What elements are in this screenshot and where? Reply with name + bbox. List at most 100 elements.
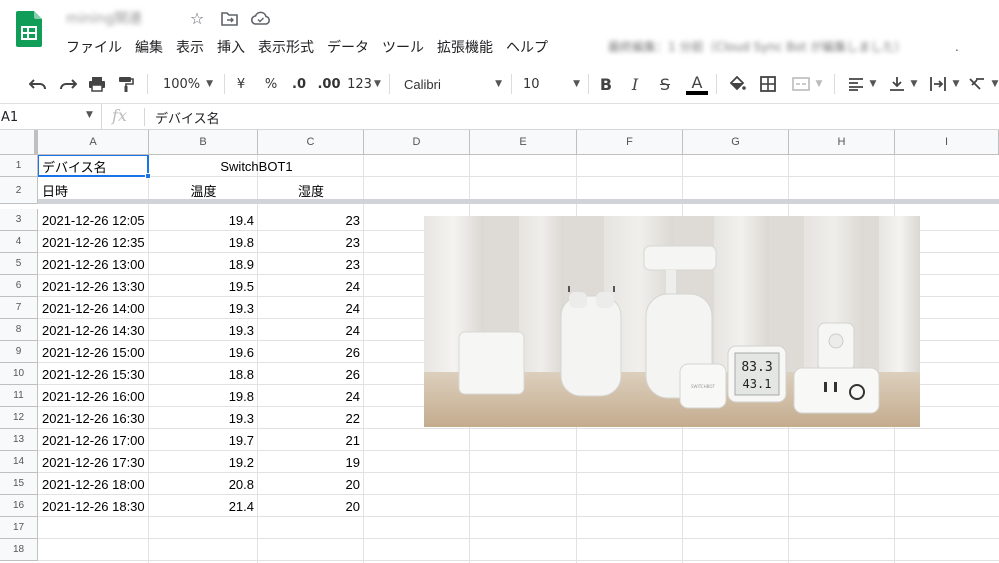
row-header-16[interactable]: 16	[0, 495, 38, 517]
row-header-10[interactable]: 10	[0, 363, 38, 385]
italic-button[interactable]: I	[626, 70, 644, 98]
cell-c16[interactable]: 20	[258, 495, 364, 517]
cell-b5[interactable]: 18.9	[149, 253, 258, 275]
cloud-status-icon[interactable]	[250, 8, 270, 28]
cell-b9[interactable]: 19.6	[149, 341, 258, 363]
cell-c10[interactable]: 26	[258, 363, 364, 385]
borders-icon[interactable]	[758, 70, 778, 98]
cell-a4[interactable]: 2021-12-26 12:35	[38, 231, 149, 253]
cell-a3[interactable]: 2021-12-26 12:05	[38, 209, 149, 231]
cell-b12[interactable]: 19.3	[149, 407, 258, 429]
column-header-c[interactable]: C	[258, 130, 364, 155]
cell-a6[interactable]: 2021-12-26 13:30	[38, 275, 149, 297]
row-header-13[interactable]: 13	[0, 429, 38, 451]
cell-c13[interactable]: 21	[258, 429, 364, 451]
cell-a7[interactable]: 2021-12-26 14:00	[38, 297, 149, 319]
cell-c9[interactable]: 26	[258, 341, 364, 363]
fill-color-icon[interactable]	[727, 70, 747, 98]
cell-b4[interactable]: 19.8	[149, 231, 258, 253]
row-header-3[interactable]: 3	[0, 209, 38, 231]
row-header-12[interactable]: 12	[0, 407, 38, 429]
row-header-6[interactable]: 6	[0, 275, 38, 297]
cell-a8[interactable]: 2021-12-26 14:30	[38, 319, 149, 341]
undo-icon[interactable]	[27, 70, 49, 98]
cell-a10[interactable]: 2021-12-26 15:30	[38, 363, 149, 385]
row-header-1[interactable]: 1	[0, 155, 38, 177]
product-photo[interactable]: SWITCHBOT 83.3 43.1	[424, 216, 920, 427]
menu-help[interactable]: ヘルプ	[506, 37, 548, 57]
google-sheets-logo-icon[interactable]	[16, 11, 42, 47]
cell-b6[interactable]: 19.5	[149, 275, 258, 297]
column-header-d[interactable]: D	[364, 130, 470, 155]
row-header-8[interactable]: 8	[0, 319, 38, 341]
column-header-e[interactable]: E	[470, 130, 577, 155]
row-header-5[interactable]: 5	[0, 253, 38, 275]
menu-insert[interactable]: 挿入	[217, 37, 245, 57]
column-header-a[interactable]: A	[38, 130, 149, 155]
paint-format-icon[interactable]	[115, 70, 137, 98]
cell-a13[interactable]: 2021-12-26 17:00	[38, 429, 149, 451]
cell-b3[interactable]: 19.4	[149, 209, 258, 231]
decrease-decimal-button[interactable]: .0	[288, 70, 310, 98]
text-color-button[interactable]: A	[685, 70, 709, 98]
cell-c14[interactable]: 19	[258, 451, 364, 473]
text-rotation-icon[interactable]: ▼	[966, 70, 999, 98]
cell-b10[interactable]: 18.8	[149, 363, 258, 385]
chevron-down-icon[interactable]: ▼	[86, 110, 93, 120]
redo-icon[interactable]	[57, 70, 79, 98]
cell-a15[interactable]: 2021-12-26 18:00	[38, 473, 149, 495]
cell-a16[interactable]: 2021-12-26 18:30	[38, 495, 149, 517]
menu-file[interactable]: ファイル	[66, 37, 122, 57]
cell-b14[interactable]: 19.2	[149, 451, 258, 473]
merge-cells-icon[interactable]: ▼	[786, 70, 828, 98]
column-header-b[interactable]: B	[149, 130, 258, 155]
column-header-i[interactable]: I	[895, 130, 999, 155]
cell-c8[interactable]: 24	[258, 319, 364, 341]
column-header-g[interactable]: G	[683, 130, 789, 155]
column-header-f[interactable]: F	[577, 130, 683, 155]
spreadsheet-grid[interactable]: デバイス名 SwitchBOT1 日時 温度 湿度 2021-12-26 12:05 19.…	[0, 130, 999, 563]
percent-format-button[interactable]: %	[262, 70, 280, 98]
zoom-select[interactable]: 100% ▼	[157, 70, 219, 98]
cell-a5[interactable]: 2021-12-26 13:00	[38, 253, 149, 275]
menu-tools[interactable]: ツール	[382, 37, 424, 57]
column-header-h[interactable]: H	[789, 130, 895, 155]
menu-edit[interactable]: 編集	[135, 37, 163, 57]
font-family-select[interactable]: Calibri ▼	[404, 70, 502, 98]
frozen-rows-divider[interactable]	[0, 199, 999, 204]
cell-c5[interactable]: 23	[258, 253, 364, 275]
document-title[interactable]: mining関連	[66, 8, 176, 28]
cell-c6[interactable]: 24	[258, 275, 364, 297]
cell-b13[interactable]: 19.7	[149, 429, 258, 451]
cell-c11[interactable]: 24	[258, 385, 364, 407]
vertical-align-icon[interactable]: ▼	[886, 70, 920, 98]
menu-format[interactable]: 表示形式	[258, 37, 314, 57]
cell-a12[interactable]: 2021-12-26 16:30	[38, 407, 149, 429]
move-folder-icon[interactable]	[219, 8, 239, 28]
more-formats-select[interactable]: 123 ▼	[346, 70, 382, 98]
cell-b1[interactable]: SwitchBOT1	[149, 155, 364, 177]
cell-b7[interactable]: 19.3	[149, 297, 258, 319]
fill-handle[interactable]	[145, 173, 151, 179]
cell-b15[interactable]: 20.8	[149, 473, 258, 495]
row-header-18[interactable]: 18	[0, 539, 38, 561]
menu-data[interactable]: データ	[327, 37, 369, 57]
star-icon[interactable]: ☆	[187, 8, 207, 28]
cell-c15[interactable]: 20	[258, 473, 364, 495]
bold-button[interactable]: B	[597, 70, 615, 98]
formula-input[interactable]: デバイス名	[155, 108, 220, 127]
row-header-4[interactable]: 4	[0, 231, 38, 253]
row-header-7[interactable]: 7	[0, 297, 38, 319]
cell-c7[interactable]: 24	[258, 297, 364, 319]
cell-b16[interactable]: 21.4	[149, 495, 258, 517]
print-icon[interactable]	[86, 70, 108, 98]
increase-decimal-button[interactable]: .00	[316, 70, 342, 98]
cell-b11[interactable]: 19.8	[149, 385, 258, 407]
row-header-14[interactable]: 14	[0, 451, 38, 473]
row-header-15[interactable]: 15	[0, 473, 38, 495]
cell-c3[interactable]: 23	[258, 209, 364, 231]
row-header-17[interactable]: 17	[0, 517, 38, 539]
cell-a14[interactable]: 2021-12-26 17:30	[38, 451, 149, 473]
row-header-2[interactable]: 2	[0, 177, 38, 204]
strikethrough-button[interactable]: S	[656, 70, 674, 98]
